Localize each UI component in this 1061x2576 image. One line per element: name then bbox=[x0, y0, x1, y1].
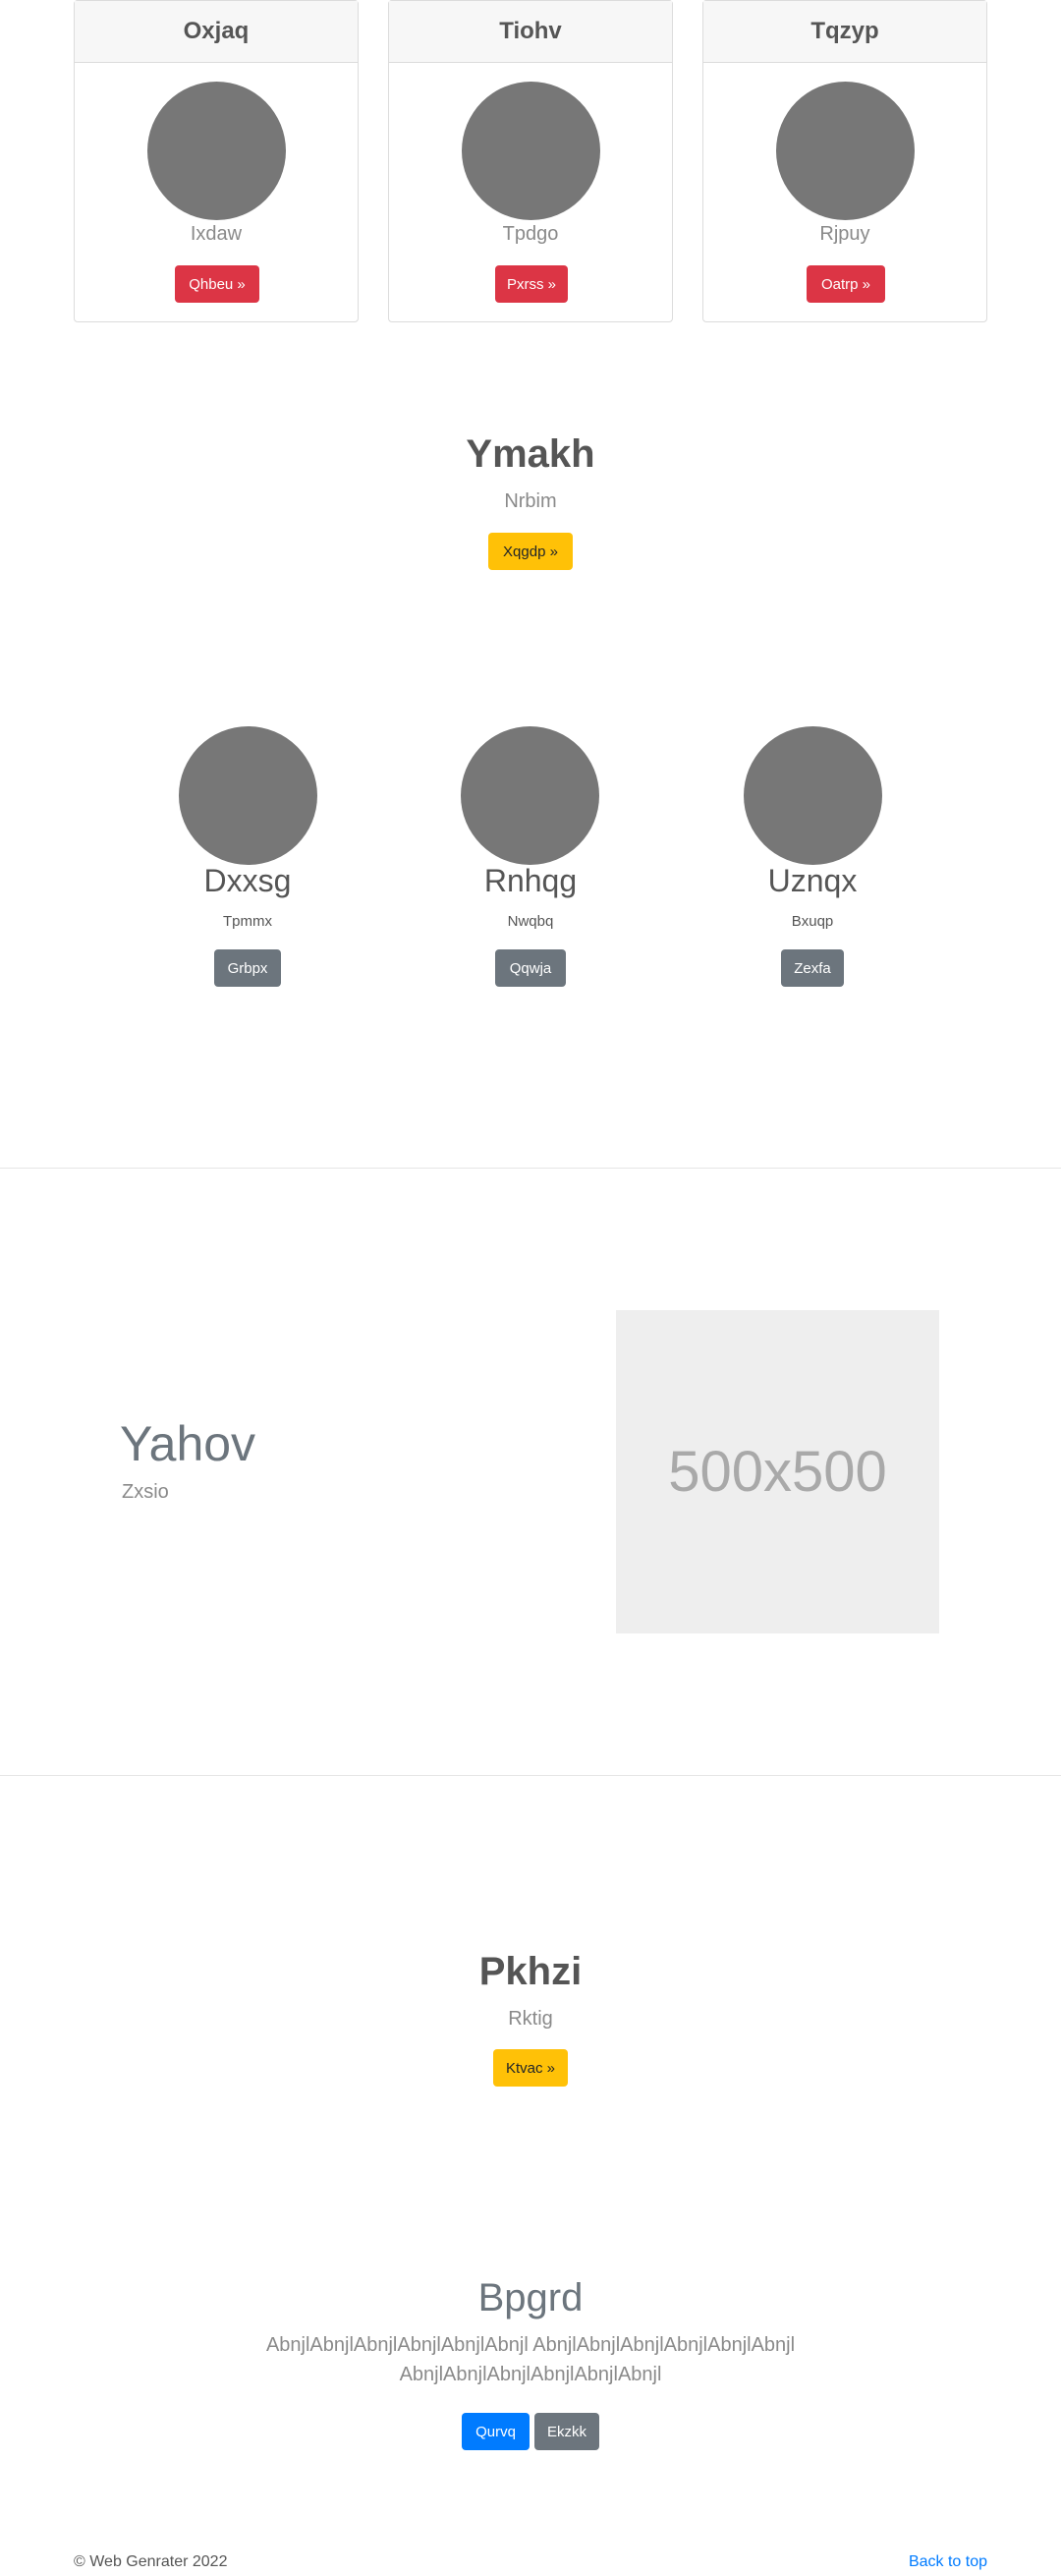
card-subtitle: Ixdaw bbox=[190, 223, 243, 245]
card-button[interactable]: Oatrp » bbox=[807, 265, 885, 303]
team-button[interactable]: Qqwja bbox=[495, 949, 566, 987]
card-title: Tqzyp bbox=[703, 1, 986, 63]
card-subtitle: Tpdgo bbox=[502, 223, 559, 245]
team-role: Tpmmx bbox=[223, 913, 272, 930]
placeholder-image: 500x500 bbox=[616, 1310, 939, 1633]
hero-button[interactable]: Xqgdp » bbox=[488, 533, 573, 570]
card-avatar bbox=[147, 82, 286, 220]
copyright: © Web Genrater 2022 bbox=[74, 2553, 228, 2570]
team-name: Uznqx bbox=[767, 863, 858, 898]
team-name: Rnhqg bbox=[483, 863, 578, 898]
card-avatar bbox=[462, 82, 600, 220]
hero-subtitle: Nrbim bbox=[504, 490, 557, 512]
back-to-top-link[interactable]: Back to top bbox=[909, 2553, 987, 2571]
card-2: Tiohv Tpdgo Pxrss » bbox=[388, 0, 673, 322]
team-button[interactable]: Grbpx bbox=[214, 949, 281, 987]
team-member-2 bbox=[461, 726, 599, 865]
secondary-button[interactable]: Ekzkk bbox=[534, 2413, 599, 2450]
cta-title: Bpgrd bbox=[477, 2276, 584, 2319]
feature-subtitle: Zxsio bbox=[122, 1481, 169, 1503]
card-title: Tiohv bbox=[389, 1, 672, 63]
hero-button[interactable]: Ktvac » bbox=[493, 2049, 568, 2087]
team-member-1 bbox=[179, 726, 317, 865]
card-3: Tqzyp Rjpuy Oatrp » bbox=[702, 0, 987, 322]
cta-text-line-2: AbnjlAbnjlAbnjlAbnjlAbnjlAbnjl bbox=[399, 2364, 662, 2385]
card-avatar bbox=[776, 82, 915, 220]
card-1: Oxjaq Ixdaw Qhbeu » bbox=[74, 0, 359, 322]
hero-title: Ymakh bbox=[466, 432, 595, 476]
hero-subtitle: Rktig bbox=[508, 2008, 553, 2030]
card-button[interactable]: Qhbeu » bbox=[175, 265, 259, 303]
divider bbox=[0, 1168, 1061, 1169]
feature-title: Yahov bbox=[120, 1416, 256, 1471]
team-name: Dxxsg bbox=[203, 863, 292, 898]
card-title: Oxjaq bbox=[75, 1, 358, 63]
avatar bbox=[744, 726, 882, 865]
card-button[interactable]: Pxrss » bbox=[495, 265, 568, 303]
team-role: Nwqbq bbox=[507, 913, 554, 930]
team-role: Bxuqp bbox=[791, 913, 834, 930]
avatar bbox=[179, 726, 317, 865]
card-subtitle: Rjpuy bbox=[819, 223, 870, 245]
cta-text-line-1: AbnjlAbnjlAbnjlAbnjlAbnjlAbnjl AbnjlAbnj… bbox=[265, 2334, 796, 2356]
team-button[interactable]: Zexfa bbox=[781, 949, 844, 987]
primary-button[interactable]: Qurvq bbox=[462, 2413, 530, 2450]
hero-title: Pkhzi bbox=[478, 1950, 583, 1993]
divider bbox=[0, 1775, 1061, 1776]
avatar bbox=[461, 726, 599, 865]
team-member-3 bbox=[744, 726, 882, 865]
placeholder-label: 500x500 bbox=[668, 1440, 887, 1504]
